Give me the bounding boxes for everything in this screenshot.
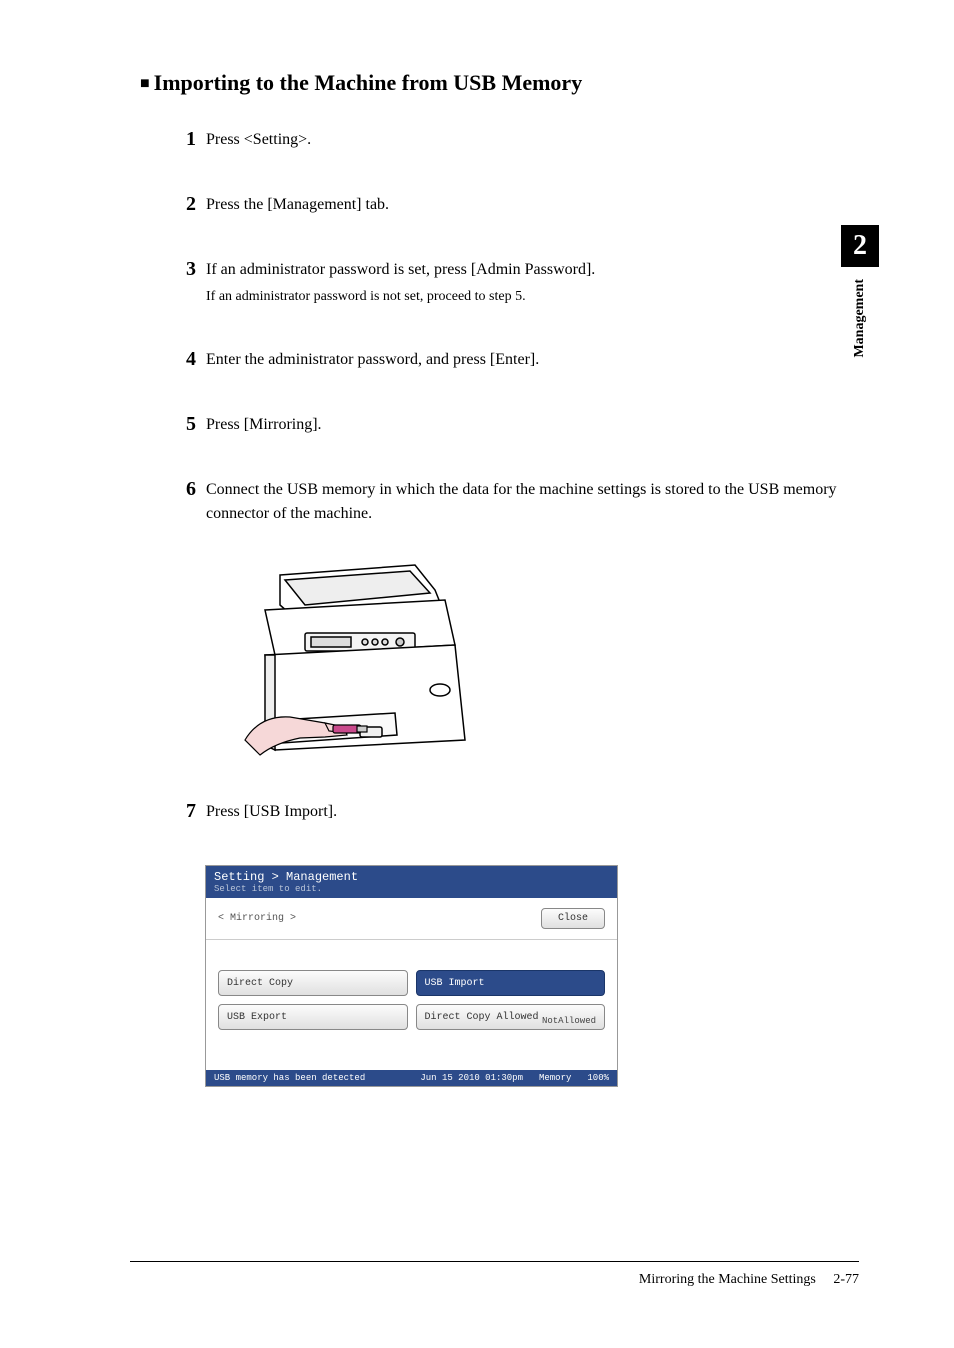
printer-usb-illustration xyxy=(205,555,859,770)
footer-rule xyxy=(130,1261,859,1262)
step-sub-text: If an administrator password is not set,… xyxy=(206,286,859,308)
step-2: 2 Press the [Management] tab. xyxy=(168,193,859,218)
device-screen-mirroring: Setting > Management Select item to edit… xyxy=(205,865,618,1087)
close-button[interactable]: Close xyxy=(541,908,605,929)
panel-top-bar: < Mirroring > Close xyxy=(206,898,617,940)
step-text: If an administrator password is set, pre… xyxy=(206,258,859,308)
step-main-text: If an administrator password is set, pre… xyxy=(206,261,595,278)
step-number: 7 xyxy=(168,800,196,825)
step-number: 1 xyxy=(168,128,196,153)
step-text: Press <Setting>. xyxy=(206,128,859,153)
direct-copy-allowed-button[interactable]: Direct Copy Allowed NotAllowed xyxy=(416,1004,606,1030)
section-title: Importing to the Machine from USB Memory xyxy=(140,70,859,96)
step-4: 4 Enter the administrator password, and … xyxy=(168,348,859,373)
section-label: < Mirroring > xyxy=(218,913,296,924)
direct-copy-allowed-label: Direct Copy Allowed xyxy=(425,1012,539,1023)
step-number: 2 xyxy=(168,193,196,218)
step-text: Press the [Management] tab. xyxy=(206,193,859,218)
step-1: 1 Press <Setting>. xyxy=(168,128,859,153)
footer-title: Mirroring the Machine Settings xyxy=(639,1272,816,1287)
status-message: USB memory has been detected xyxy=(214,1073,365,1083)
breadcrumb: Setting > Management xyxy=(214,870,609,884)
manual-page: 2 Management Importing to the Machine fr… xyxy=(0,0,954,1348)
step-5: 5 Press [Mirroring]. xyxy=(168,413,859,438)
step-7: 7 Press [USB Import]. xyxy=(168,800,859,825)
step-text: Press [USB Import]. xyxy=(206,800,859,825)
usb-import-button[interactable]: USB Import xyxy=(416,970,606,996)
step-number: 3 xyxy=(168,258,196,308)
panel-body: Direct Copy USB Import USB Export Direct… xyxy=(206,940,617,1070)
step-text: Enter the administrator password, and pr… xyxy=(206,348,859,373)
direct-copy-allowed-value: NotAllowed xyxy=(542,1016,596,1026)
status-memory-percent: 100% xyxy=(587,1073,609,1083)
status-memory-label: Memory xyxy=(539,1073,571,1083)
panel-subtitle: Select item to edit. xyxy=(214,884,609,894)
footer-text: Mirroring the Machine Settings 2-77 xyxy=(130,1272,859,1288)
step-6: 6 Connect the USB memory in which the da… xyxy=(168,478,859,528)
chapter-side-tab: 2 Management xyxy=(841,225,879,358)
panel-status-bar: USB memory has been detected Jun 15 2010… xyxy=(206,1070,617,1086)
step-3: 3 If an administrator password is set, p… xyxy=(168,258,859,308)
chapter-number-badge: 2 xyxy=(841,225,879,267)
step-number: 5 xyxy=(168,413,196,438)
footer-page-number: 2-77 xyxy=(833,1272,859,1287)
chapter-label: Management xyxy=(852,279,868,358)
step-text: Press [Mirroring]. xyxy=(206,413,859,438)
step-number: 6 xyxy=(168,478,196,528)
status-datetime: Jun 15 2010 01:30pm xyxy=(420,1073,523,1083)
step-number: 4 xyxy=(168,348,196,373)
panel-header: Setting > Management Select item to edit… xyxy=(206,866,617,898)
direct-copy-button[interactable]: Direct Copy xyxy=(218,970,408,996)
page-footer: Mirroring the Machine Settings 2-77 xyxy=(130,1261,859,1288)
usb-export-button[interactable]: USB Export xyxy=(218,1004,408,1030)
step-text: Connect the USB memory in which the data… xyxy=(206,478,859,528)
